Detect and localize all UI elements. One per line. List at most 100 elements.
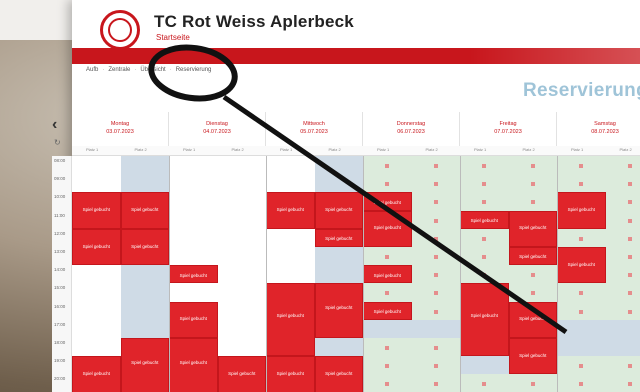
free-slot[interactable]	[508, 283, 557, 302]
booking-slot[interactable]: Spiel gebucht	[508, 338, 557, 375]
empty-slot[interactable]	[72, 319, 121, 338]
empty-slot[interactable]	[169, 228, 218, 247]
empty-slot[interactable]	[120, 319, 169, 338]
free-slot[interactable]	[411, 265, 460, 284]
empty-slot[interactable]	[217, 192, 266, 211]
empty-slot[interactable]	[169, 247, 218, 266]
refresh-icon[interactable]: ↻	[54, 138, 61, 147]
empty-slot[interactable]	[72, 338, 121, 357]
empty-slot[interactable]	[217, 210, 266, 229]
booking-slot[interactable]: Spiel gebucht	[169, 265, 218, 284]
free-slot[interactable]	[557, 174, 606, 193]
free-slot[interactable]	[605, 174, 640, 193]
booking-slot[interactable]: Spiel gebucht	[557, 247, 606, 284]
empty-slot[interactable]	[314, 265, 363, 284]
empty-slot[interactable]	[217, 247, 266, 266]
empty-slot[interactable]	[217, 265, 266, 284]
empty-slot[interactable]	[72, 301, 121, 320]
booking-slot[interactable]: Spiel gebucht	[266, 192, 315, 229]
free-slot[interactable]	[363, 156, 412, 175]
free-slot[interactable]	[557, 301, 606, 320]
free-slot[interactable]	[508, 156, 557, 175]
free-slot[interactable]	[557, 283, 606, 302]
club-logo[interactable]	[100, 10, 140, 50]
free-slot[interactable]	[411, 228, 460, 247]
free-slot[interactable]	[508, 265, 557, 284]
day-column-header[interactable]: Montag 03.07.2023	[72, 112, 169, 146]
empty-slot[interactable]	[266, 156, 315, 175]
booking-slot[interactable]: Spiel gebucht	[314, 283, 363, 338]
booking-slot[interactable]: Spiel gebucht	[120, 192, 169, 229]
free-slot[interactable]	[605, 228, 640, 247]
booking-slot[interactable]: Spiel gebucht	[217, 356, 266, 392]
empty-slot[interactable]	[169, 192, 218, 211]
empty-slot[interactable]	[169, 156, 218, 175]
empty-slot[interactable]	[605, 319, 640, 338]
empty-slot[interactable]	[72, 156, 121, 175]
empty-slot[interactable]	[217, 228, 266, 247]
breadcrumb-item[interactable]: Reservierung	[176, 67, 212, 73]
empty-slot[interactable]	[169, 283, 218, 302]
booking-slot[interactable]: Spiel gebucht	[72, 192, 121, 229]
empty-slot[interactable]	[314, 338, 363, 357]
free-slot[interactable]	[460, 374, 509, 392]
empty-slot[interactable]	[217, 338, 266, 357]
empty-slot[interactable]	[217, 174, 266, 193]
free-slot[interactable]	[508, 374, 557, 392]
free-slot[interactable]	[605, 247, 640, 266]
empty-slot[interactable]	[314, 156, 363, 175]
empty-slot[interactable]	[411, 319, 460, 338]
empty-slot[interactable]	[120, 265, 169, 284]
free-slot[interactable]	[605, 356, 640, 375]
empty-slot[interactable]	[266, 174, 315, 193]
chevron-left-icon[interactable]: ‹	[52, 116, 68, 138]
booking-slot[interactable]: Spiel gebucht	[314, 356, 363, 392]
breadcrumb-item[interactable]: Aufb	[86, 67, 98, 73]
booking-slot[interactable]: Spiel gebucht	[72, 228, 121, 266]
booking-slot[interactable]: Spiel gebucht	[314, 192, 363, 229]
free-slot[interactable]	[557, 356, 606, 375]
booking-slot[interactable]: Spiel gebucht	[508, 301, 557, 338]
free-slot[interactable]	[363, 174, 412, 193]
booking-slot[interactable]: Spiel gebucht	[508, 210, 557, 247]
booking-slot[interactable]: Spiel gebucht	[169, 338, 218, 392]
free-slot[interactable]	[363, 356, 412, 375]
free-slot[interactable]	[411, 210, 460, 229]
free-slot[interactable]	[411, 374, 460, 392]
booking-slot[interactable]: Spiel gebucht	[363, 265, 412, 284]
booking-slot[interactable]: Spiel gebucht	[363, 192, 412, 211]
booking-slot[interactable]: Spiel gebucht	[460, 210, 509, 229]
booking-slot[interactable]: Spiel gebucht	[266, 356, 315, 392]
empty-slot[interactable]	[72, 174, 121, 193]
empty-slot[interactable]	[605, 338, 640, 357]
breadcrumb-item[interactable]: Übersicht	[140, 67, 165, 73]
empty-slot[interactable]	[363, 319, 412, 338]
free-slot[interactable]	[605, 283, 640, 302]
empty-slot[interactable]	[120, 174, 169, 193]
booking-slot[interactable]: Spiel gebucht	[266, 283, 315, 357]
free-slot[interactable]	[605, 192, 640, 211]
empty-slot[interactable]	[217, 156, 266, 175]
free-slot[interactable]	[460, 156, 509, 175]
free-slot[interactable]	[508, 192, 557, 211]
empty-slot[interactable]	[266, 247, 315, 266]
free-slot[interactable]	[411, 247, 460, 266]
free-slot[interactable]	[411, 156, 460, 175]
free-slot[interactable]	[411, 192, 460, 211]
free-slot[interactable]	[411, 356, 460, 375]
empty-slot[interactable]	[217, 319, 266, 338]
empty-slot[interactable]	[120, 156, 169, 175]
free-slot[interactable]	[411, 174, 460, 193]
free-slot[interactable]	[557, 156, 606, 175]
empty-slot[interactable]	[217, 301, 266, 320]
home-link[interactable]: Startseite	[156, 33, 190, 42]
free-slot[interactable]	[363, 283, 412, 302]
empty-slot[interactable]	[169, 210, 218, 229]
booking-slot[interactable]: Spiel gebucht	[557, 192, 606, 229]
empty-slot[interactable]	[120, 283, 169, 302]
booking-slot[interactable]: Spiel gebucht	[508, 247, 557, 266]
booking-slot[interactable]: Spiel gebucht	[363, 301, 412, 320]
booking-slot[interactable]: Spiel gebucht	[72, 356, 121, 392]
free-slot[interactable]	[363, 338, 412, 357]
free-slot[interactable]	[460, 265, 509, 284]
